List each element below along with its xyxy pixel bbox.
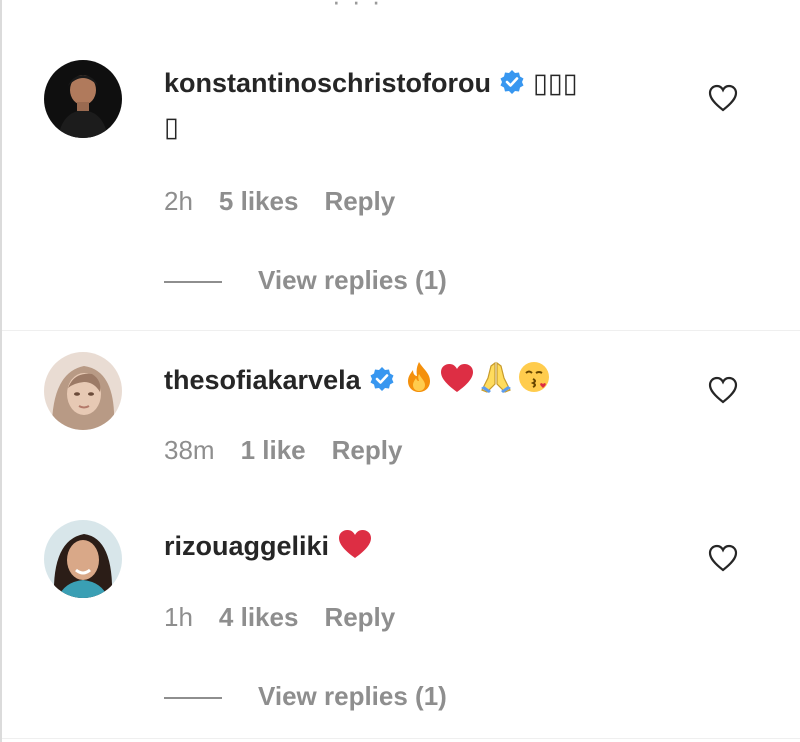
comments-panel: · · · konstantinoschristoforou ▯▯▯ ▯ 2h 5 … [0,0,800,742]
comment-username[interactable]: thesofiakarvela [164,365,361,395]
comment-username[interactable]: konstantinoschristoforou [164,68,491,98]
comment-username[interactable]: rizouaggeliki [164,531,329,561]
reply-button[interactable]: Reply [324,602,395,632]
woman-portrait-avatar-icon [44,352,122,430]
view-replies-button[interactable]: View replies (1) [164,265,447,296]
divider [2,738,800,739]
comment-emojis [337,530,377,561]
replies-divider-line [164,697,222,700]
comment-likes[interactable]: 1 like [241,435,306,465]
comment-text-line: thesofiakarvela [164,360,555,402]
reply-button[interactable]: Reply [324,186,395,216]
red-heart-emoji-icon [439,362,475,402]
view-replies-label: View replies (1) [258,265,447,295]
like-heart-icon[interactable] [708,376,738,404]
comment-body-continued: ▯ [164,112,179,142]
verified-badge-icon [369,366,395,400]
comment-meta: 1h 4 likes Reply [164,602,421,633]
comment-meta: 2h 5 likes Reply [164,186,421,217]
avatar[interactable] [44,60,122,138]
view-replies-label: View replies (1) [258,681,447,711]
comment-text-line: konstantinoschristoforou ▯▯▯ [164,66,578,103]
comment-body: ▯▯▯ [533,68,578,98]
comment-emojis [403,361,555,395]
comment-meta: 38m 1 like Reply [164,435,428,466]
like-heart-icon[interactable] [708,84,738,112]
divider [2,330,800,331]
like-heart-icon[interactable] [708,544,738,572]
avatar[interactable] [44,520,122,598]
comment-likes[interactable]: 5 likes [219,186,299,216]
fire-emoji-icon [403,360,435,402]
replies-divider-line [164,281,222,284]
verified-badge-icon [499,69,525,103]
view-replies-button[interactable]: View replies (1) [164,681,447,712]
reply-button[interactable]: Reply [332,435,403,465]
comment-likes[interactable]: 4 likes [219,602,299,632]
comment-time[interactable]: 1h [164,602,193,632]
comment-text-line: rizouaggeliki [164,528,377,568]
woman-smiling-avatar-icon [44,520,122,598]
partial-top-text: · · · [332,0,383,16]
red-heart-emoji-icon [337,528,373,568]
man-portrait-avatar-icon [44,60,122,138]
folded-hands-emoji-icon [479,360,513,402]
avatar[interactable] [44,352,122,430]
face-blowing-kiss-emoji-icon [517,360,551,402]
comment-time[interactable]: 38m [164,435,215,465]
comment-time[interactable]: 2h [164,186,193,216]
